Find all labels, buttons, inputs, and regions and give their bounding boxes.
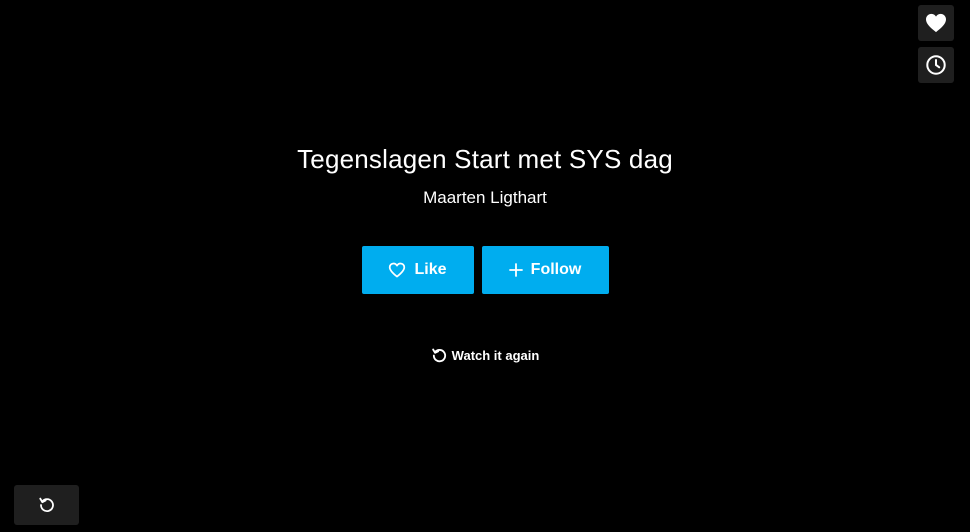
follow-button[interactable]: Follow [481,246,609,294]
replay-button[interactable] [14,485,79,525]
plus-icon [508,263,523,277]
replay-arrow-icon [431,348,446,363]
watch-later-button[interactable] [918,47,954,83]
end-screen: Tegenslagen Start met SYS dag Maarten Li… [0,142,970,369]
like-side-button[interactable] [918,5,954,41]
heart-outline-icon [389,262,406,278]
video-player: Tegenslagen Start met SYS dag Maarten Li… [0,0,970,532]
heart-icon [926,13,946,33]
like-button-label: Like [414,261,447,278]
watch-again-label: Watch it again [451,348,540,363]
clock-icon [926,55,946,75]
video-title[interactable]: Tegenslagen Start met SYS dag [0,142,970,176]
side-actions [918,5,954,83]
watch-again-link[interactable]: Watch it again [431,347,540,364]
follow-button-label: Follow [530,261,582,278]
replay-icon [38,497,54,513]
video-author[interactable]: Maarten Ligthart [0,187,970,209]
like-button[interactable]: Like [361,246,474,294]
cta-row: Like Follow [0,246,970,294]
